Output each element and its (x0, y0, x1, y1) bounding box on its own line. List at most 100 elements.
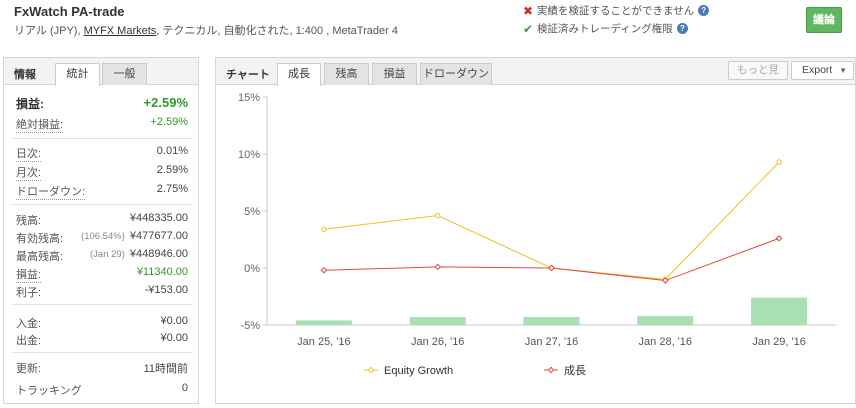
account-subtitle: リアル (JPY), MYFX Markets, テクニカル, 自動化された, … (14, 22, 398, 38)
bar (409, 317, 466, 325)
tracking-label: トラッキング (16, 385, 82, 397)
divider (12, 138, 192, 139)
header: FxWatch PA-trade リアル (JPY), MYFX Markets… (0, 0, 856, 48)
profit-value: +2.59% (143, 95, 188, 110)
legend-marker (547, 366, 555, 374)
point (776, 159, 782, 165)
updated-row: 更新: 11時間前 (16, 360, 188, 375)
profit-label: 損益: (16, 97, 44, 111)
bar (523, 317, 580, 325)
updated-value: 11時間前 (143, 363, 188, 375)
legend-marker (368, 367, 374, 373)
x-tick-label: Jan 25, '16 (297, 336, 350, 348)
bar (295, 320, 352, 325)
monthly-label[interactable]: 月次: (16, 164, 42, 181)
divider (12, 204, 192, 205)
abs-gain-label[interactable]: 絶対損益: (16, 116, 64, 133)
deposit-label: 入金: (16, 318, 42, 330)
deposit-row: 入金: ¥0.00 (16, 315, 188, 330)
x-tick-label: Jan 29, '16 (752, 336, 805, 348)
chart-panel-title: チャート (226, 69, 270, 81)
chevron-down-icon: ▼ (839, 66, 847, 75)
tab-drawdown[interactable]: ドローダウン (420, 63, 492, 85)
tab-stats[interactable]: 統計 (55, 63, 100, 86)
equity-label: 有効残高: (16, 233, 64, 245)
tracking-value: 0 (181, 382, 188, 394)
growth-chart: 15% 10% 5% 0% -5% Jan 25, '16 Jan 26, '16 Jan 2… (238, 92, 836, 377)
equity-value-group: (106.54%) ¥477677.00 (81, 230, 188, 242)
daily-row: 日次: 0.01% (16, 145, 188, 162)
point (435, 212, 441, 219)
verify-fail-text: 実績を検証することができません (537, 5, 695, 17)
balance-row: 残高: ¥448335.00 (16, 212, 188, 227)
account-type: リアル (JPY), (14, 25, 84, 37)
highest-label: 最高残高: (16, 251, 64, 263)
tracking-row: トラッキング 0 (16, 382, 188, 397)
point (434, 263, 442, 271)
highest-value-group: (Jan 29) ¥448946.00 (90, 248, 188, 260)
tab-balance[interactable]: 残高 (324, 63, 369, 85)
drawdown-row: ドローダウン: 2.75% (16, 183, 188, 200)
chart-panel-header: チャート 成長 残高 損益 ドローダウン もっと見 Export ▼ (216, 58, 855, 86)
equity-percent: (106.54%) (81, 231, 125, 242)
legend-label: 成長 (564, 364, 586, 377)
withdraw-label: 出金: (16, 335, 42, 347)
divider (12, 352, 192, 353)
x-tick-label: Jan 28, '16 (639, 336, 692, 348)
info-panel-title: 情報 (14, 69, 36, 81)
daily-label[interactable]: 日次: (16, 145, 42, 162)
withdraw-value: ¥0.00 (160, 332, 188, 344)
highest-row: 最高残高: (Jan 29) ¥448946.00 (16, 248, 188, 263)
verify-track-record-status: ✖ 実績を検証することができません ? (523, 3, 710, 18)
checkmark-icon: ✔ (523, 21, 534, 36)
tab-growth[interactable]: 成長 (277, 63, 321, 86)
abs-gain-value: +2.59% (150, 116, 188, 128)
account-details: , テクニカル, 自動化された, 1:400 , MetaTrader 4 (156, 25, 398, 37)
bar (637, 315, 694, 325)
series-line (323, 161, 780, 280)
discuss-button[interactable]: 議論 (806, 7, 842, 33)
legend-label: Equity Growth (384, 365, 453, 377)
verify-ok-text: 検証済みトレーディング権限 (537, 23, 673, 35)
export-button[interactable]: Export ▼ (791, 61, 854, 80)
info-panel-header: 情報 統計 一般 (4, 58, 198, 86)
drawdown-label[interactable]: ドローダウン: (16, 183, 86, 200)
bar (751, 297, 808, 325)
y-tick-label: 0% (244, 263, 260, 275)
withdraw-row: 出金: ¥0.00 (16, 332, 188, 347)
updated-label: 更新: (16, 363, 42, 375)
y-tick-label: 5% (244, 206, 260, 218)
point (775, 235, 783, 242)
point (320, 266, 328, 274)
equity-value: ¥477677.00 (129, 230, 188, 242)
monthly-row: 月次: 2.59% (16, 164, 188, 181)
deposit-value: ¥0.00 (160, 315, 188, 327)
divider (12, 304, 192, 305)
interest-row: 利子: -¥153.00 (16, 284, 188, 299)
cross-icon: ✖ (523, 3, 534, 18)
interest-value: -¥153.00 (144, 284, 188, 296)
export-label: Export (802, 64, 833, 76)
y-tick-label: -5% (240, 320, 260, 332)
daily-value: 0.01% (156, 145, 188, 157)
broker-link[interactable]: MYFX Markets (84, 25, 157, 37)
series-line (323, 237, 780, 282)
pl-value: ¥11340.00 (136, 266, 188, 278)
pl-label[interactable]: 損益: (16, 266, 42, 283)
account-title: FxWatch PA-trade (14, 4, 125, 19)
interest-label: 利子: (16, 287, 42, 299)
highest-date: (Jan 29) (90, 249, 125, 260)
x-tick-label: Jan 26, '16 (411, 336, 464, 348)
highest-value: ¥448946.00 (129, 248, 188, 260)
tab-general[interactable]: 一般 (102, 63, 147, 85)
profit-row: 損益: +2.59% (16, 95, 188, 111)
help-icon[interactable]: ? (676, 23, 688, 34)
help-icon[interactable]: ? (698, 5, 710, 16)
equity-row: 有効残高: (106.54%) ¥477677.00 (16, 230, 188, 245)
tab-profit[interactable]: 損益 (372, 63, 417, 85)
pl-row: 損益: ¥11340.00 (16, 266, 188, 283)
point (321, 226, 327, 232)
more-button[interactable]: もっと見 (728, 61, 788, 80)
drawdown-value: 2.75% (156, 183, 188, 195)
balance-label: 残高: (16, 215, 42, 227)
